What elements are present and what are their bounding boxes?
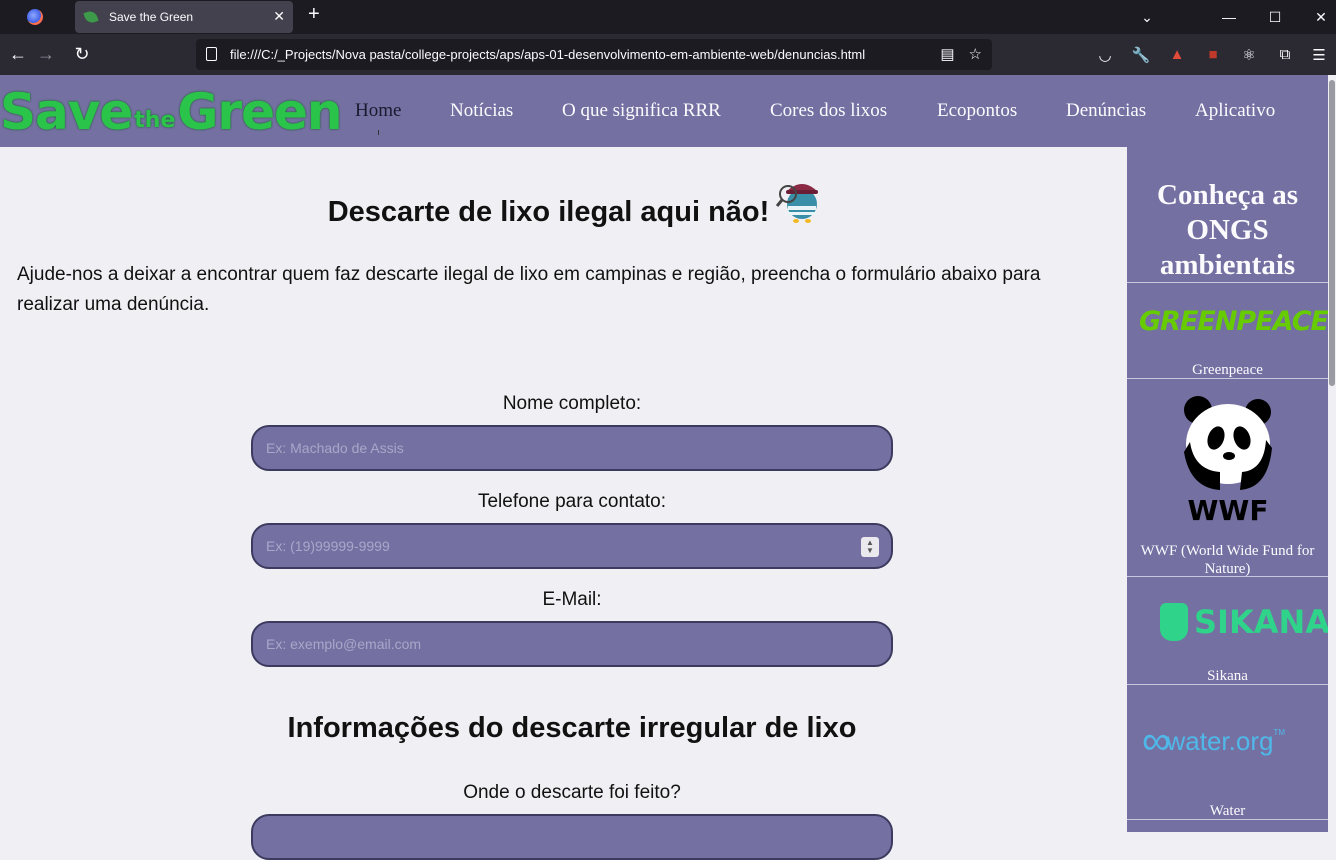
greenpeace-name: Greenpeace	[1192, 362, 1263, 378]
intro-text: Ajude-nos a deixar a encontrar quem faz …	[17, 264, 1041, 315]
sidebar-divider	[1127, 684, 1328, 685]
location-input[interactable]	[251, 814, 893, 860]
sidebar-divider	[1127, 378, 1328, 379]
email-label: E-Mail:	[542, 589, 602, 610]
sikana-name: Sikana	[1207, 668, 1248, 684]
name-label: Nome completo:	[502, 393, 642, 414]
wrench-icon[interactable]: 🔧	[1124, 34, 1158, 75]
detective-mascot-icon	[776, 184, 818, 223]
scrollbar-thumb[interactable]	[1329, 80, 1335, 386]
wwf-name: WWF (World Wide Fund for Nature)	[1140, 543, 1315, 577]
sidebar-title: Conheça as ONGS ambientais	[1157, 179, 1298, 281]
phone-placeholder: Ex: (19)99999-9999	[266, 538, 390, 554]
location-label: Onde o descarte foi feito?	[463, 782, 681, 803]
extension-box-icon[interactable]: ■	[1196, 34, 1230, 75]
section-title: Informações do descarte irregular de lix…	[287, 712, 857, 744]
nav-home[interactable]: Home	[355, 100, 401, 124]
bookmark-star-icon[interactable]: ☆	[969, 45, 982, 63]
reload-icon[interactable]: ↻	[64, 34, 100, 75]
leaf-favicon-icon	[83, 9, 99, 25]
nav-aplicativo[interactable]: Aplicativo	[1195, 100, 1275, 124]
url-text: file:///C:/_Projects/Nova pasta/college-…	[230, 47, 866, 62]
sidebar-divider	[1127, 819, 1328, 820]
atom-icon[interactable]: ⚛	[1232, 34, 1266, 75]
firefox-icon[interactable]	[0, 0, 70, 34]
page-title: Descarte de lixo ilegal aqui não!	[327, 196, 770, 228]
water-name: Water	[1209, 803, 1246, 819]
sidebar-divider	[1127, 576, 1328, 577]
nav-cores-dos-lixos[interactable]: Cores dos lixos	[770, 100, 887, 124]
browser-tab[interactable]: Save the Green ✕	[75, 1, 293, 33]
water-org-logo[interactable]: ∞ water.org TM	[1142, 716, 1285, 766]
menu-icon[interactable]: ☰	[1302, 34, 1336, 75]
window-close-icon[interactable]: ✕	[1298, 0, 1336, 34]
url-bar[interactable]: file:///C:/_Projects/Nova pasta/college-…	[196, 39, 992, 70]
nav-ecopontos[interactable]: Ecopontos	[937, 100, 1017, 124]
nav-denuncias[interactable]: Denúncias	[1066, 100, 1146, 124]
new-tab-button[interactable]: +	[308, 3, 320, 26]
pocket-icon[interactable]: ◡	[1088, 34, 1122, 75]
nav-noticias[interactable]: Notícias	[450, 100, 513, 124]
forward-icon[interactable]: →	[28, 34, 64, 75]
name-input[interactable]: Ex: Machado de Assis	[251, 425, 893, 471]
wwf-logo-text: WWF	[1188, 494, 1269, 524]
number-spinner[interactable]: ▲ ▼	[861, 537, 879, 557]
greenpeace-logo[interactable]: GREENPEACE	[1139, 306, 1329, 346]
list-tabs-icon[interactable]: ⌄	[1124, 0, 1170, 34]
tab-title: Save the Green	[109, 10, 194, 24]
page-icon	[206, 47, 217, 61]
wwf-panda-logo[interactable]: WWF	[1180, 392, 1276, 524]
extension-red-icon[interactable]: ▲	[1160, 34, 1194, 75]
sidebar-divider	[1127, 282, 1328, 283]
phone-input[interactable]: Ex: (19)99999-9999 ▲ ▼	[251, 523, 893, 569]
nav-active-indicator	[378, 130, 379, 135]
maximize-icon[interactable]: ☐	[1252, 0, 1298, 34]
reader-view-icon[interactable]: ▤	[940, 45, 954, 63]
site-logo[interactable]: Save the Green	[0, 78, 343, 140]
nav-rrr[interactable]: O que significa RRR	[562, 100, 721, 124]
minimize-icon[interactable]: —	[1206, 0, 1252, 34]
phone-label: Telefone para contato:	[477, 491, 667, 512]
tab-close-icon[interactable]: ✕	[273, 8, 285, 25]
hand-icon	[1160, 603, 1188, 641]
email-input[interactable]: Ex: exemplo@email.com	[251, 621, 893, 667]
extensions-puzzle-icon[interactable]: ⧉	[1268, 34, 1302, 75]
sikana-logo[interactable]: SIKANA	[1160, 600, 1330, 644]
